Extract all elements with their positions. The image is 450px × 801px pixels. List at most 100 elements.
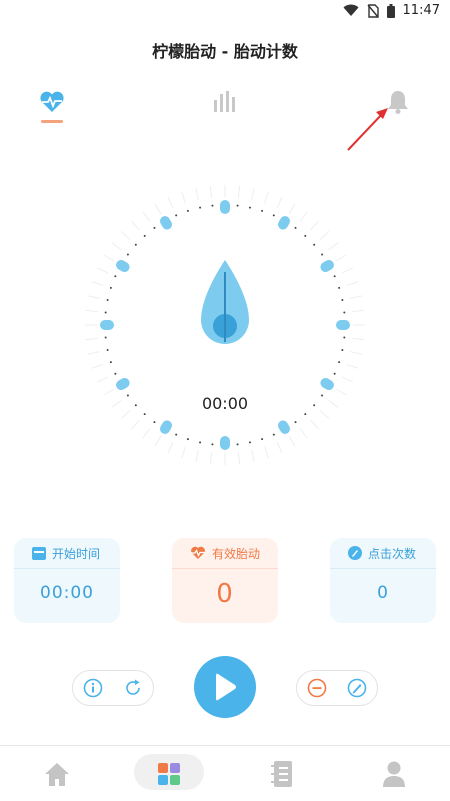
- dial-tick: [346, 281, 359, 286]
- click-count-value: 0: [377, 583, 389, 603]
- info-button[interactable]: [82, 677, 104, 699]
- dial-tick: [264, 191, 269, 204]
- dial-dot: [338, 361, 341, 364]
- dial-dot: [272, 214, 275, 217]
- timer-display: 00:00: [201, 394, 249, 413]
- dial-dot: [321, 253, 324, 256]
- dial-tick: [319, 230, 330, 240]
- minus-icon: [307, 678, 327, 698]
- clock: 11:47: [402, 3, 440, 18]
- dial-dot: [109, 361, 112, 364]
- tab-home[interactable]: [37, 754, 77, 794]
- dial-tick: [209, 185, 213, 198]
- dial-tick: [130, 220, 140, 231]
- dial-dot: [343, 336, 346, 339]
- reset-button[interactable]: [122, 677, 144, 699]
- home-icon: [45, 763, 69, 786]
- annotation-arrow: [347, 108, 388, 151]
- dial-dot: [186, 438, 189, 441]
- calendar-icon: [32, 547, 46, 560]
- no-sim-icon: [366, 3, 379, 18]
- dial-dot: [248, 441, 251, 444]
- effective-movement-value: 0: [216, 579, 234, 609]
- nav-statistics[interactable]: [205, 82, 245, 122]
- dial-marker: [160, 420, 172, 434]
- dial-tick: [85, 337, 98, 341]
- dial-dot: [338, 286, 341, 289]
- profile-icon: [383, 761, 405, 787]
- play-icon: [216, 673, 236, 701]
- edit-button[interactable]: [346, 677, 368, 699]
- effective-movement-card: 有效胎动 0: [172, 538, 278, 623]
- dial-dot: [104, 311, 107, 314]
- dial-tick: [103, 254, 115, 262]
- dial-tick: [195, 187, 199, 200]
- dial-dot: [341, 299, 344, 302]
- dial-tick: [341, 376, 354, 383]
- dial-dot: [199, 441, 202, 444]
- dial-tick: [142, 211, 151, 222]
- dial-tick: [130, 419, 140, 430]
- dial-marker: [160, 216, 172, 230]
- dial-dot: [272, 433, 275, 436]
- dial-tick: [167, 441, 174, 454]
- dial-tick: [251, 187, 255, 200]
- nav-heartbeat[interactable]: [32, 82, 72, 122]
- tab-records[interactable]: [262, 754, 302, 794]
- decrease-button[interactable]: [306, 677, 328, 699]
- dial-dot: [143, 234, 146, 237]
- left-control-group: [72, 670, 154, 706]
- dial-tick: [288, 203, 296, 215]
- dial-tick: [91, 281, 104, 286]
- dial-dot: [153, 226, 156, 229]
- battery-icon: [386, 3, 395, 18]
- dial-tick: [310, 220, 320, 231]
- right-control-group: [296, 670, 378, 706]
- dial-tick: [310, 419, 320, 430]
- dial-tick: [96, 267, 109, 274]
- card-divider: [172, 568, 278, 569]
- dial-dot: [106, 299, 109, 302]
- dial-tick: [91, 364, 104, 369]
- start-time-label: 开始时间: [52, 546, 101, 561]
- dial-marker: [320, 378, 334, 390]
- dial-marker: [336, 320, 350, 330]
- status-bar: 11:47: [0, 0, 450, 24]
- dial-dot: [134, 243, 137, 246]
- dial-tick: [328, 242, 339, 251]
- dial-dot: [109, 286, 112, 289]
- dial-tick: [154, 435, 162, 447]
- dial-tick: [154, 203, 162, 215]
- dial-marker: [220, 436, 230, 450]
- dial-tick: [181, 191, 186, 204]
- dial-tick: [350, 351, 363, 355]
- heartbeat-icon: [191, 546, 205, 559]
- heartbeat-icon: [40, 91, 64, 112]
- dial-tick: [167, 196, 174, 209]
- page-title: 柠檬胎动 - 胎动计数: [152, 42, 298, 61]
- grid-icon: [158, 763, 180, 785]
- start-button[interactable]: [194, 656, 256, 718]
- refresh-icon: [126, 679, 140, 695]
- dial-tick: [346, 364, 359, 369]
- dial-dot: [341, 348, 344, 351]
- tab-profile[interactable]: [374, 754, 414, 794]
- dial-dot: [114, 275, 117, 278]
- effective-movement-label: 有效胎动: [212, 546, 261, 561]
- click-count-card: 点击次数 0: [330, 538, 436, 623]
- dial-marker: [320, 260, 334, 272]
- tab-counter[interactable]: [149, 754, 189, 794]
- dial-tick: [237, 185, 241, 198]
- click-count-label: 点击次数: [368, 546, 417, 561]
- pendulum-icon: [201, 260, 249, 344]
- dial-dot: [153, 421, 156, 424]
- dial-dot: [294, 226, 297, 229]
- effective-movement-header: 有效胎动: [172, 538, 278, 568]
- dial-tick: [142, 428, 151, 439]
- dial-dot: [211, 204, 214, 207]
- dial-marker: [220, 200, 230, 214]
- dial-tick: [276, 441, 283, 454]
- dial-dot: [236, 443, 239, 446]
- dial-tick: [209, 452, 213, 465]
- dial-marker: [278, 420, 290, 434]
